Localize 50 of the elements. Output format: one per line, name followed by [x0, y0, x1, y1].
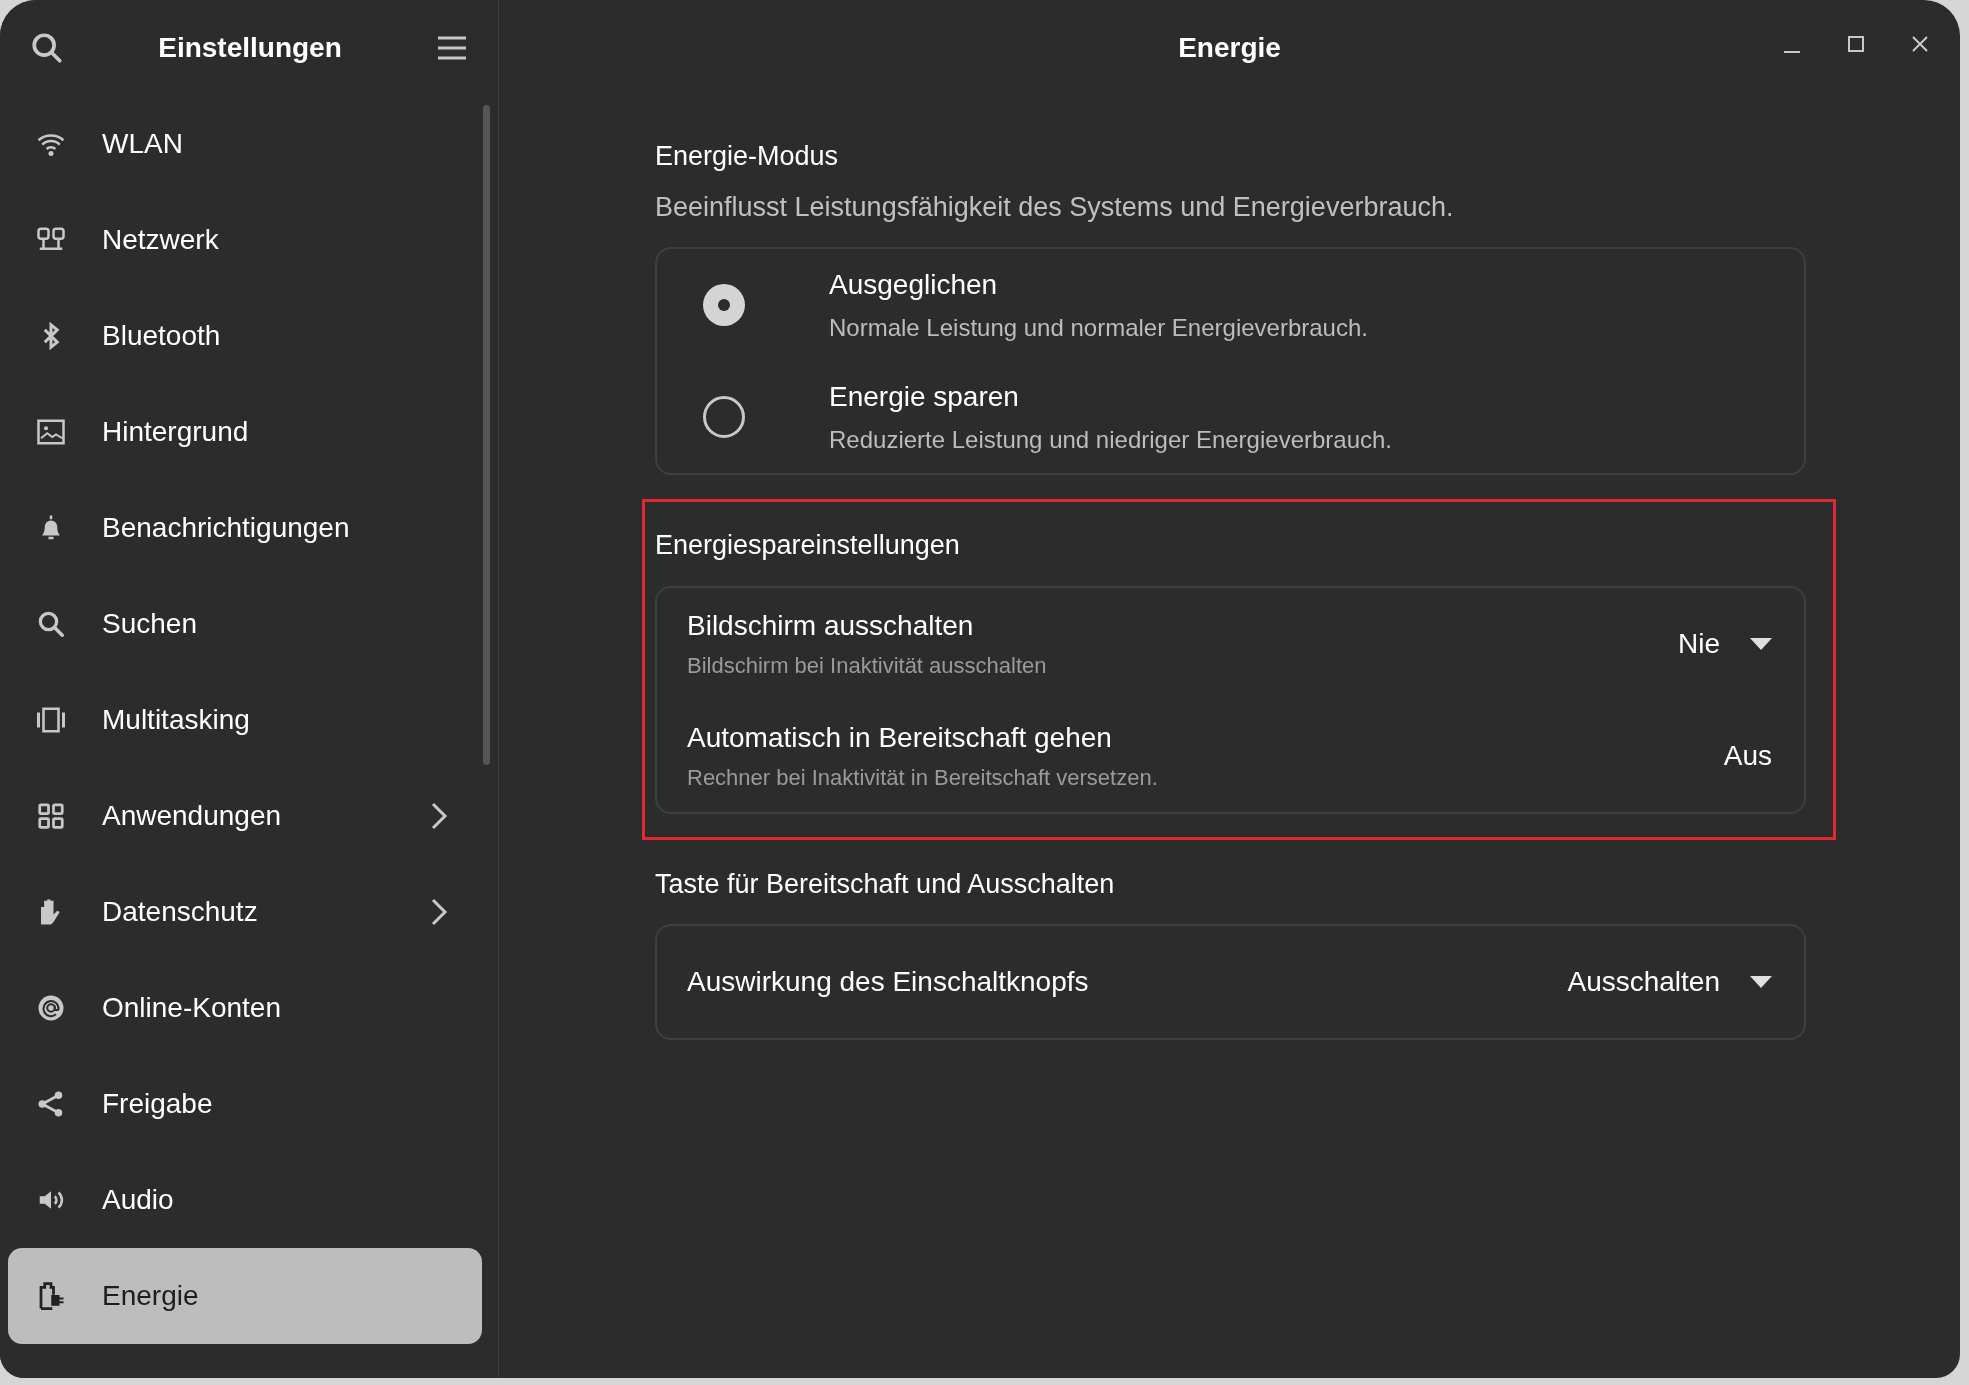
dropdown-arrow-icon[interactable]: [1750, 637, 1772, 650]
dropdown-row[interactable]: Bildschirm ausschalten Bildschirm bei Inaktivität ausschalten Nie: [657, 587, 1804, 700]
row-description: Bildschirm bei Inaktivität ausschalten: [687, 652, 1048, 680]
sidebar-item[interactable]: Datenschutz: [8, 864, 482, 960]
radio-option[interactable]: Energie sparen Reduzierte Leistung und niedriger Energieverbrauch.: [657, 361, 1804, 473]
option-description: Reduzierte Leistung und niedriger Energieverbrauch.: [829, 425, 1392, 455]
at-sign-icon: [36, 993, 66, 1023]
maximize-icon[interactable]: [1846, 34, 1866, 54]
sidebar-item[interactable]: Suchen: [8, 576, 482, 672]
option-title: Energie sparen: [829, 380, 1020, 414]
option-title: Ausgeglichen: [829, 268, 999, 302]
sidebar-item[interactable]: Anwendungen: [8, 768, 482, 864]
search-icon: [36, 609, 66, 639]
sidebar-item[interactable]: WLAN: [8, 96, 482, 192]
dropdown-arrow-icon[interactable]: [1750, 976, 1772, 988]
sidebar-item[interactable]: Energie: [8, 1248, 482, 1344]
search-icon[interactable]: [30, 31, 64, 65]
settings-row[interactable]: Automatisch in Bereitschaft gehen Rechner bei Inaktivität in Bereitschaft versetzen. Aus: [657, 699, 1804, 812]
section-heading: Energie-Modus: [655, 140, 840, 173]
sidebar-item[interactable]: Online-Konten: [8, 960, 482, 1056]
scrollbar-thumb[interactable]: [483, 105, 490, 765]
sidebar-item[interactable]: Audio: [8, 1152, 482, 1248]
section-heading: Energiespareinstellungen: [655, 529, 961, 562]
dropdown-row[interactable]: Auswirkung des Einschaltknopfs Ausschalten: [657, 926, 1804, 1038]
sidebar-item[interactable]: Bluetooth: [8, 288, 482, 384]
close-icon[interactable]: [1910, 34, 1930, 54]
radio-button[interactable]: [702, 395, 746, 439]
sidebar-title: Einstellungen: [158, 31, 342, 65]
sidebar-item[interactable]: Hintergrund: [8, 384, 482, 480]
row-title: Auswirkung des Einschaltknopfs: [687, 965, 1090, 999]
grid-icon: [36, 801, 66, 831]
row-value: Ausschalten: [1567, 965, 1720, 999]
menu-icon[interactable]: [436, 34, 468, 62]
section-description: Beeinflusst Leistungsfähigkeit des Systems und Energieverbrauch.: [655, 190, 1455, 224]
sidebar-item[interactable]: Multitasking: [8, 672, 482, 768]
option-description: Normale Leistung und normaler Energieverbrauch.: [829, 313, 1368, 343]
row-title: Automatisch in Bereitschaft gehen: [687, 721, 1113, 755]
row-value: Aus: [1723, 738, 1772, 773]
row-title: Bildschirm ausschalten: [687, 609, 975, 643]
sidebar-item[interactable]: Freigabe: [8, 1056, 482, 1152]
radio-option[interactable]: Ausgeglichen Normale Leistung und normaler Energieverbrauch.: [657, 249, 1804, 361]
radio-button[interactable]: [702, 283, 746, 327]
window-stack-icon: [36, 705, 66, 735]
section-heading: Taste für Bereitschaft und Ausschalten: [655, 867, 1116, 901]
image-icon: [36, 417, 66, 447]
sidebar-item[interactable]: Benachrichtigungen: [8, 480, 482, 576]
sidebar-item[interactable]: Netzwerk: [8, 192, 482, 288]
page-title: Energie: [1178, 31, 1281, 65]
row-value: Nie: [1678, 626, 1720, 661]
row-description: Rechner bei Inaktivität in Bereitschaft versetzen.: [687, 764, 1159, 792]
